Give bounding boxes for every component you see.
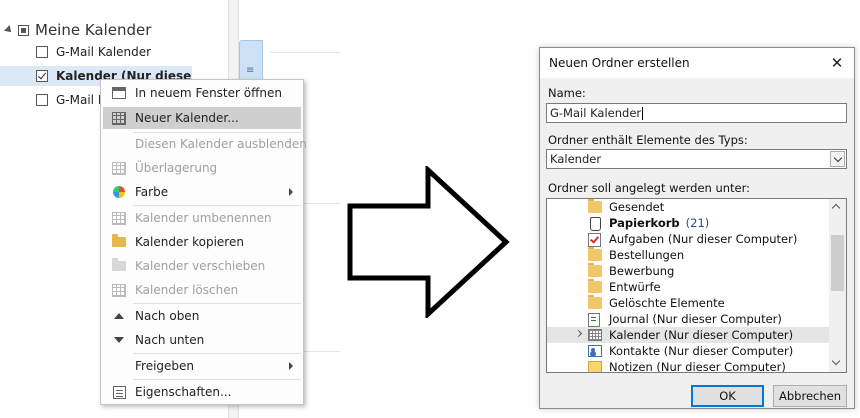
folder-icon (588, 295, 602, 309)
tree-item-journal[interactable]: Journal (Nur dieser Computer) (547, 311, 829, 327)
folder-icon (588, 247, 602, 261)
folder-icon (588, 199, 602, 213)
menu-item-open-new-window[interactable]: In neuem Fenster öffnen (103, 82, 301, 104)
text-caret (642, 107, 644, 120)
scroll-down-icon[interactable] (831, 356, 841, 366)
cancel-button[interactable]: Abbrechen (773, 385, 847, 407)
new-window-icon (112, 87, 126, 99)
tree-item-notizen[interactable]: Notizen (Nur dieser Computer) (547, 359, 829, 372)
location-label: Ordner soll angelegt werden unter: (548, 181, 751, 195)
journal-icon (588, 313, 600, 327)
delete-icon (112, 283, 126, 297)
menu-separator (133, 303, 301, 304)
submenu-arrow-icon (289, 188, 293, 196)
notes-icon (588, 361, 602, 372)
calendar-checkbox[interactable] (36, 46, 48, 58)
folder-name-value: G-Mail Kalender (550, 106, 642, 120)
trash-icon (590, 217, 601, 231)
menu-item-move-down[interactable]: Nach unten (103, 329, 301, 351)
my-calendars-group[interactable]: Meine Kalender (4, 20, 152, 40)
tree-item-papierkorb[interactable]: Papierkorb (21) (547, 215, 829, 231)
name-label: Name: (548, 86, 586, 100)
tree-item-bestellungen[interactable]: Bestellungen (547, 247, 829, 263)
menu-separator (133, 379, 301, 380)
new-folder-dialog: Neuen Ordner erstellen ✕ Name: G-Mail Ka… (539, 47, 855, 409)
contacts-icon (588, 345, 602, 357)
collapse-triangle-icon[interactable] (4, 25, 14, 35)
side-tab-icon: ≡ (246, 65, 255, 76)
scroll-thumb[interactable] (831, 235, 844, 291)
tree-item-kontakte[interactable]: Kontakte (Nur dieser Computer) (547, 343, 829, 359)
expand-chevron-icon[interactable] (574, 329, 583, 338)
group-checkbox[interactable] (18, 24, 29, 36)
calendar-label: G-Mail K (56, 93, 106, 107)
calendar-checkbox[interactable] (36, 70, 48, 82)
calendar-item-gmail-2[interactable]: G-Mail K (36, 90, 106, 110)
tree-item-geloeschte-elemente[interactable]: Gelöschte Elemente (547, 295, 829, 311)
context-menu: In neuem Fenster öffnen Neuer Kalender..… (100, 79, 307, 405)
copy-folder-icon (112, 234, 126, 247)
grid-line (270, 52, 340, 53)
arrow-up-icon (114, 313, 124, 319)
menu-item-hide-calendar[interactable]: Diesen Kalender ausblenden (103, 133, 307, 155)
type-label: Ordner enthält Elemente des Typs: (548, 133, 748, 147)
scroll-up-icon[interactable] (831, 203, 841, 213)
unread-count: (21) (685, 216, 710, 230)
properties-icon (112, 385, 126, 399)
dialog-title: Neuen Ordner erstellen (549, 56, 690, 70)
group-label: Meine Kalender (35, 21, 152, 39)
menu-item-move-up[interactable]: Nach oben (103, 305, 301, 327)
close-icon[interactable]: ✕ (826, 52, 848, 74)
folder-icon (588, 279, 602, 293)
menu-item-copy-calendar[interactable]: Kalender kopieren (103, 231, 301, 253)
tree-item-gesendet[interactable]: Gesendet (547, 199, 829, 215)
menu-item-delete-calendar[interactable]: Kalender löschen (103, 279, 301, 301)
tree-item-bewerbung[interactable]: Bewerbung (547, 263, 829, 279)
chevron-down-icon (833, 153, 842, 162)
arrow-down-icon (114, 337, 124, 343)
menu-item-properties[interactable]: Eigenschaften... (103, 381, 301, 403)
submenu-arrow-icon (289, 362, 293, 370)
dropdown-button[interactable] (830, 151, 845, 167)
menu-separator (133, 353, 301, 354)
rename-icon (112, 211, 126, 225)
tree-item-kalender[interactable]: Kalender (Nur dieser Computer) (547, 327, 829, 343)
tree-scrollbar[interactable] (829, 199, 846, 372)
menu-item-rename-calendar[interactable]: Kalender umbenennen (103, 207, 301, 229)
calendar-grid-icon (112, 111, 126, 125)
tree-item-entwuerfe[interactable]: Entwürfe (547, 279, 829, 295)
overlay-icon (112, 161, 126, 175)
ok-button[interactable]: OK (691, 385, 764, 407)
folder-name-input[interactable]: G-Mail Kalender (546, 103, 847, 123)
folder-tree: Gesendet Papierkorb (21) Aufgaben (Nur di… (546, 198, 847, 373)
menu-item-new-calendar[interactable]: Neuer Kalender... (103, 107, 301, 129)
calendar-item-gmail[interactable]: G-Mail Kalender (36, 42, 151, 62)
tree-item-aufgaben[interactable]: Aufgaben (Nur dieser Computer) (547, 231, 829, 247)
color-palette-icon (113, 186, 125, 198)
calendar-icon (588, 329, 602, 341)
menu-separator (133, 205, 301, 206)
folder-type-value: Kalender (550, 152, 602, 166)
menu-item-move-calendar[interactable]: Kalender verschieben (103, 255, 301, 277)
menu-item-share[interactable]: Freigeben (103, 355, 301, 377)
move-folder-icon (112, 258, 126, 271)
tasks-icon (588, 233, 601, 247)
calendar-checkbox[interactable] (36, 94, 48, 106)
big-right-arrow-icon (347, 166, 510, 318)
folder-type-select[interactable]: Kalender (546, 149, 847, 169)
menu-item-overlay[interactable]: Überlagerung (103, 157, 301, 179)
calendar-label: G-Mail Kalender (56, 45, 152, 59)
dialog-titlebar[interactable]: Neuen Ordner erstellen ✕ (540, 48, 854, 78)
folder-icon (588, 263, 602, 277)
menu-item-color[interactable]: Farbe (103, 181, 301, 203)
